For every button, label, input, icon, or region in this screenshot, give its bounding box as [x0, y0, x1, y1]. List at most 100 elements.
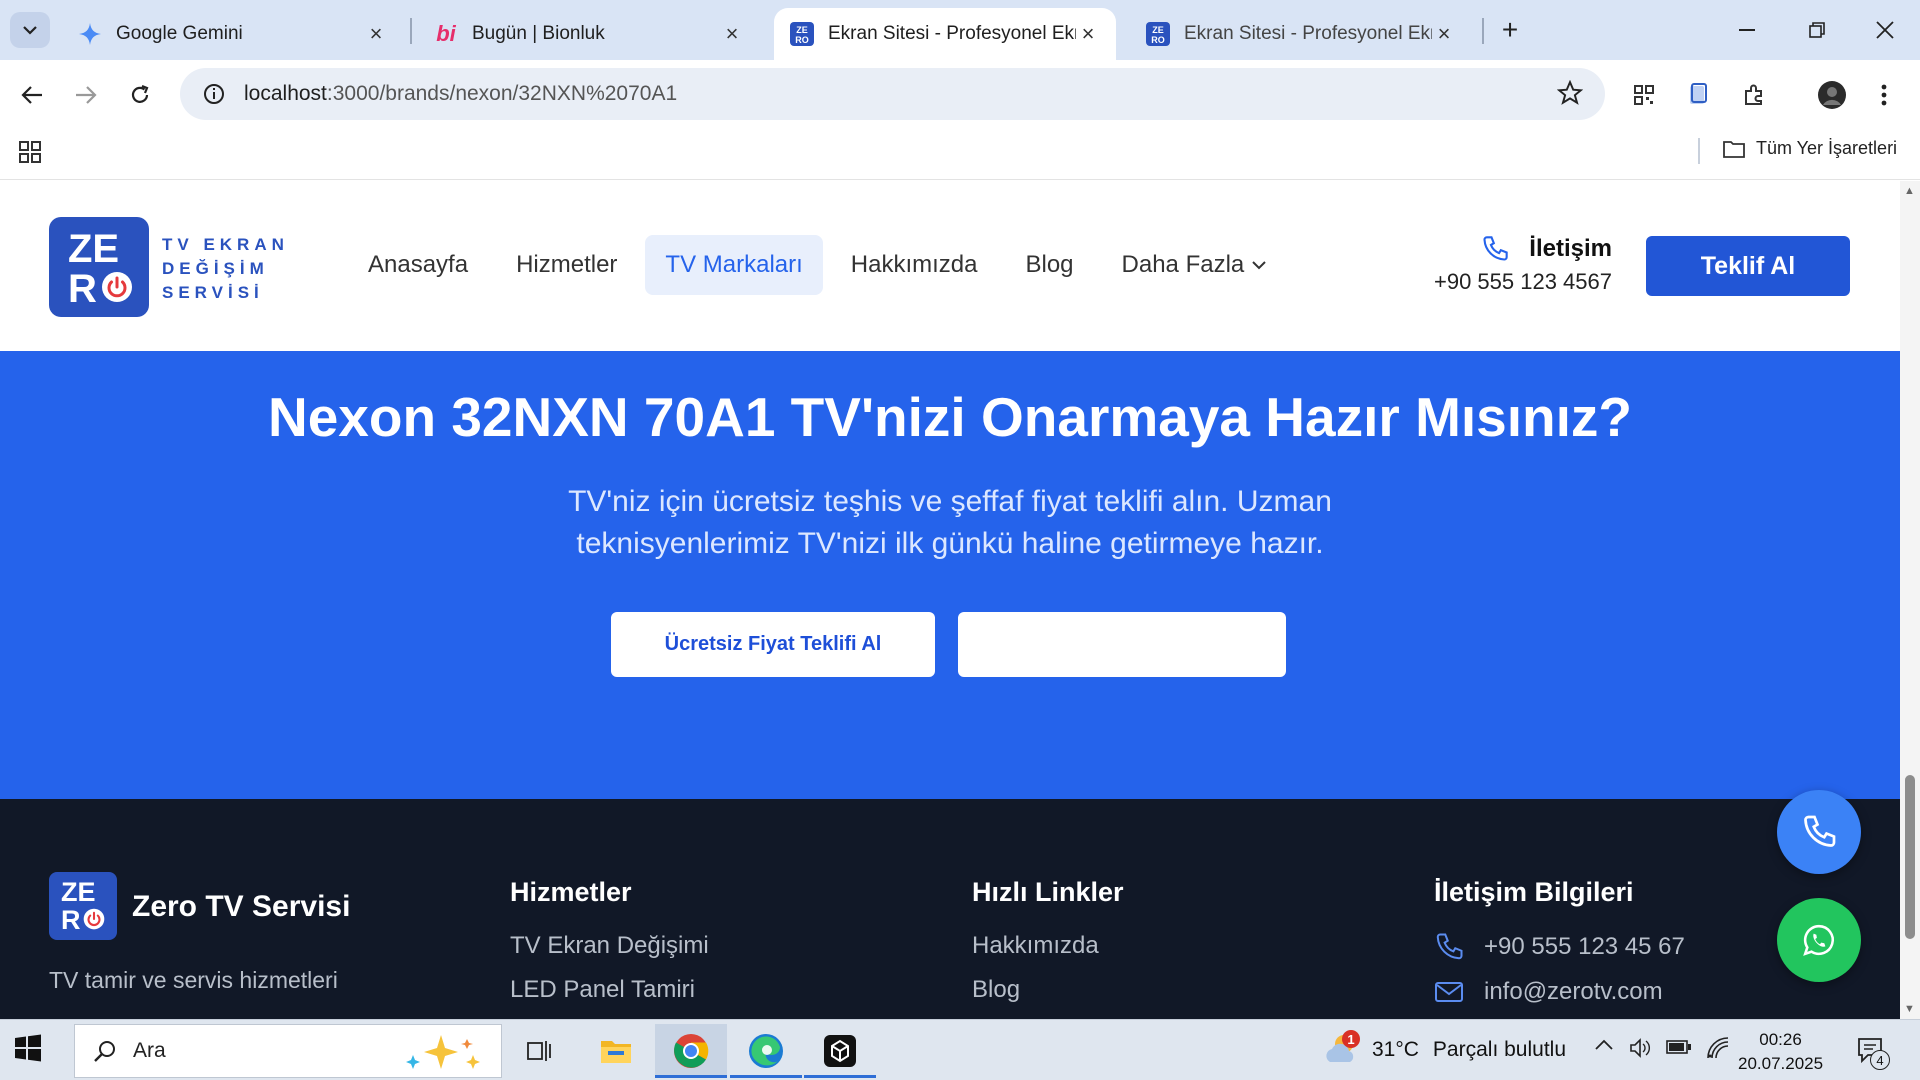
footer-tagline: TV tamir ve servis hizmetleri	[49, 967, 338, 993]
profile-avatar[interactable]	[1812, 75, 1852, 115]
all-bookmarks-label: Tüm Yer İşaretleri	[1756, 138, 1898, 158]
minimize-button[interactable]	[1712, 0, 1782, 60]
page-scrollbar[interactable]: ▲ ▼	[1900, 181, 1920, 1019]
power-icon	[102, 272, 132, 302]
secondary-cta-button[interactable]	[958, 612, 1286, 677]
bookmarks-bar: Tüm Yer İşaretleri	[0, 130, 1920, 180]
tab-ekran-sitesi-active[interactable]: ZE RO Ekran Sitesi - Profesyonel Ekran ×	[774, 8, 1116, 60]
nav-blog[interactable]: Blog	[1005, 235, 1093, 295]
new-tab-button[interactable]: +	[1494, 14, 1526, 46]
volume-icon[interactable]	[1628, 1036, 1652, 1065]
footer-link[interactable]: LED Panel Tamiri	[510, 976, 709, 1004]
cta-title: Nexon 32NXN 70A1 TV'nizi Onarmaya Hazır …	[267, 386, 1633, 448]
bookmarks-separator	[1698, 138, 1700, 164]
svg-text:RO: RO	[795, 35, 809, 45]
footer-email[interactable]: info@zerotv.com	[1434, 978, 1685, 1006]
nav-daha-fazla[interactable]: Daha Fazla	[1102, 235, 1287, 295]
forward-arrow-icon	[76, 86, 97, 104]
footer-quick-links: Hızlı Linkler Hakkımızda Blog	[972, 877, 1124, 1019]
taskbar-search-placeholder: Ara	[133, 1039, 166, 1062]
task-view-icon[interactable]	[504, 1024, 576, 1078]
site-info-icon[interactable]	[194, 83, 234, 105]
get-quote-button[interactable]: Teklif Al	[1646, 236, 1850, 296]
app-taskbar-icon[interactable]	[804, 1024, 876, 1078]
free-quote-button[interactable]: Ücretsiz Fiyat Teklifi Al	[611, 612, 935, 677]
forward-button[interactable]	[66, 75, 106, 115]
back-button[interactable]	[12, 75, 52, 115]
search-icon	[94, 1041, 115, 1062]
bookmark-star-icon[interactable]	[1556, 79, 1584, 111]
header-contact[interactable]: İletişim +90 555 123 4567	[1428, 235, 1612, 295]
tab-title: Bugün | Bionluk	[472, 23, 605, 44]
footer-services: Hizmetler TV Ekran Değişimi LED Panel Ta…	[510, 877, 709, 1019]
nav-anasayfa[interactable]: Anasayfa	[348, 235, 488, 295]
floating-call-button[interactable]	[1777, 790, 1861, 874]
footer-logo[interactable]: ZE R	[49, 872, 117, 940]
reload-icon	[131, 84, 149, 103]
tab-separator	[1482, 18, 1484, 44]
windows-logo-icon	[15, 1034, 41, 1062]
extensions-icon[interactable]	[1734, 75, 1774, 115]
battery-icon[interactable]	[1666, 1038, 1692, 1061]
taskbar-clock[interactable]: 00:26 20.07.2025	[1738, 1028, 1823, 1076]
nav-tv-markalari[interactable]: TV Markaları	[645, 235, 823, 295]
wifi-icon[interactable]	[1706, 1036, 1730, 1065]
logo-r: R	[61, 905, 81, 935]
chevron-down-icon	[23, 26, 37, 35]
apps-grid-icon[interactable]	[18, 140, 42, 169]
whatsapp-icon	[1803, 924, 1834, 956]
reading-mode-icon[interactable]	[1678, 75, 1718, 115]
edge-taskbar-icon[interactable]	[730, 1024, 802, 1078]
footer-services-title: Hizmetler	[510, 877, 632, 907]
url-text: localhost:3000/brands/nexon/32NXN%2070A1	[244, 82, 678, 105]
reload-button[interactable]	[120, 75, 160, 115]
notification-center-button[interactable]: 4	[1856, 1036, 1890, 1071]
windows-start-button[interactable]	[14, 1034, 42, 1067]
close-window-button[interactable]	[1850, 0, 1920, 60]
restore-button[interactable]	[1782, 0, 1852, 60]
restore-icon	[1809, 22, 1825, 38]
scroll-down-arrow-icon[interactable]: ▼	[1904, 1003, 1915, 1015]
tab-ekran-sitesi[interactable]: ZE RO Ekran Sitesi - Profesyonel Ekran ×	[1130, 8, 1472, 60]
close-tab-icon[interactable]: ×	[720, 21, 744, 46]
qr-code-icon[interactable]	[1624, 75, 1664, 115]
floating-whatsapp-button[interactable]	[1777, 898, 1861, 982]
footer-phone-text: +90 555 123 45 67	[1484, 933, 1685, 960]
footer-link[interactable]: Hakkımızda	[972, 932, 1124, 960]
nav-hizmetler[interactable]: Hizmetler	[496, 235, 637, 295]
address-bar[interactable]: localhost:3000/brands/nexon/32NXN%2070A1	[180, 68, 1605, 120]
show-hidden-icons-chevron[interactable]	[1594, 1038, 1614, 1056]
file-explorer-icon[interactable]	[580, 1024, 652, 1078]
tab-title: Ekran Sitesi - Profesyonel Ekran	[828, 23, 1076, 44]
site-header: ZE R TV EKRAN DEĞİŞİM SERVİSİ Anasayfa H…	[0, 181, 1900, 351]
folder-icon	[1723, 140, 1745, 158]
logo-ze: ZE	[61, 877, 96, 907]
weather-widget[interactable]: 1 31°C Parçalı bulutlu	[1322, 1030, 1566, 1068]
weather-badge: 1	[1342, 1030, 1360, 1048]
notification-count-badge: 4	[1870, 1050, 1890, 1070]
main-nav: Anasayfa Hizmetler TV Markaları Hakkımız…	[348, 235, 1294, 295]
close-tab-icon[interactable]: ×	[1432, 21, 1456, 46]
scroll-up-arrow-icon[interactable]: ▲	[1904, 185, 1915, 197]
tab-title: Ekran Sitesi - Profesyonel Ekran	[1184, 23, 1432, 44]
close-tab-icon[interactable]: ×	[364, 21, 388, 46]
footer-phone[interactable]: +90 555 123 45 67	[1434, 932, 1685, 962]
footer-link[interactable]: Blog	[972, 976, 1124, 1004]
footer-link[interactable]: TV Ekran Değişimi	[510, 932, 709, 960]
search-highlight-sparkle-icon	[406, 1035, 480, 1069]
scrollbar-thumb[interactable]	[1905, 775, 1915, 939]
mail-icon	[1435, 982, 1463, 1002]
menu-kebab-icon[interactable]	[1864, 75, 1904, 115]
tab-search-button[interactable]	[10, 12, 50, 48]
tab-gemini[interactable]: Google Gemini ×	[62, 8, 404, 60]
chrome-taskbar-icon[interactable]	[655, 1024, 727, 1078]
nav-hakkimizda[interactable]: Hakkımızda	[831, 235, 998, 295]
all-bookmarks-button[interactable]: Tüm Yer İşaretleri	[1722, 138, 1897, 159]
footer-brand: Zero TV Servisi	[132, 890, 351, 923]
close-tab-icon[interactable]: ×	[1076, 21, 1100, 46]
taskbar-search[interactable]: Ara	[74, 1024, 502, 1078]
chevron-down-icon	[1252, 260, 1266, 269]
tab-bionluk[interactable]: bi Bugün | Bionluk ×	[418, 8, 760, 60]
site-logo[interactable]: ZE R	[49, 217, 149, 317]
back-arrow-icon	[21, 86, 42, 104]
